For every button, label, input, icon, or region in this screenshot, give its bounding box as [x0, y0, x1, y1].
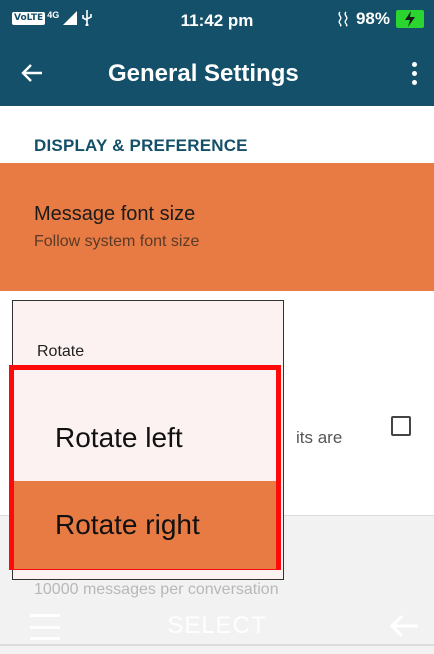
page-title: General Settings [108, 60, 299, 87]
softkey-select[interactable]: SELECT [0, 612, 434, 640]
softkey-bar: SELECT [0, 604, 434, 654]
status-bar: VoLTE 4G 11:42 pm 98% [0, 0, 434, 40]
back-button[interactable] [14, 55, 50, 91]
more-vert-icon [411, 61, 417, 67]
battery-charging-icon [396, 10, 424, 28]
overflow-menu-button[interactable] [402, 55, 426, 91]
pref-message-font-size[interactable]: Message font size Follow system font siz… [0, 163, 434, 291]
pref-checkbox[interactable] [391, 416, 411, 436]
pref-title: Message font size [34, 203, 196, 225]
dialog-title: Rotate [37, 343, 85, 360]
app-toolbar: General Settings [0, 40, 434, 106]
pref-summary: 10000 messages per conversation [34, 581, 279, 598]
data-activity-icon [338, 11, 348, 27]
option-rotate-left[interactable]: Rotate left [14, 395, 276, 481]
pref-summary: Follow system font size [34, 233, 200, 250]
back-arrow-icon[interactable] [388, 612, 420, 640]
option-rotate-right[interactable]: Rotate right [14, 481, 276, 569]
pref-partial-text: its are [296, 428, 343, 447]
status-right: 98% [336, 9, 424, 29]
divider [0, 644, 434, 646]
rotate-options-focus-frame: Rotate left Rotate right [9, 365, 281, 570]
section-header: DISPLAY & PREFERENCE [34, 136, 248, 155]
arrow-left-icon [21, 64, 42, 82]
battery-percent: 98% [355, 9, 390, 28]
